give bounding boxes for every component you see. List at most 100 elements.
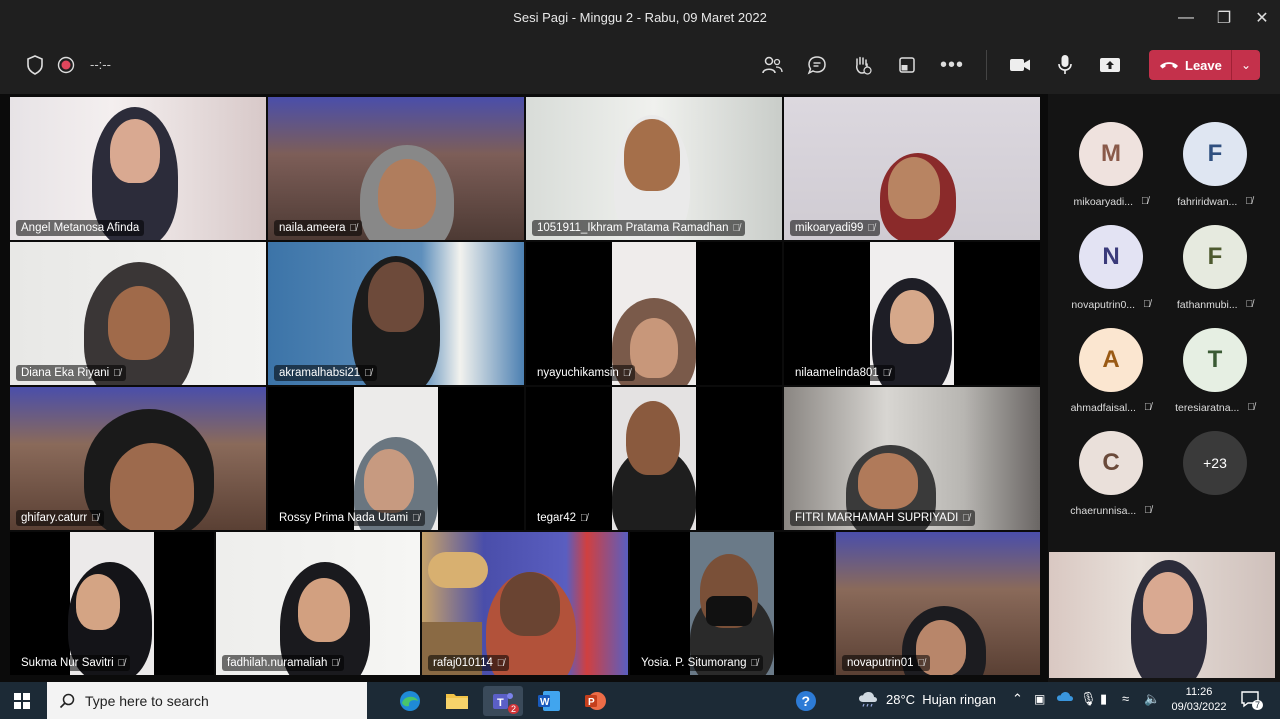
help-icon: ? bbox=[796, 691, 816, 711]
participant-tile[interactable]: N novaputrin0... 🎙̸ bbox=[1061, 225, 1161, 311]
mic-button[interactable] bbox=[1050, 50, 1080, 80]
avatar: F bbox=[1183, 225, 1247, 289]
participant-name: mikoaryadi... bbox=[1073, 196, 1134, 208]
video-tile[interactable]: tegar42 🎙̸ bbox=[526, 387, 782, 530]
reactions-button[interactable] bbox=[847, 50, 877, 80]
search-placeholder: Type here to search bbox=[85, 692, 209, 709]
share-button[interactable] bbox=[1095, 50, 1125, 80]
participant-tile[interactable]: C chaerunnisa... 🎙̸ bbox=[1061, 431, 1161, 517]
video-tile[interactable]: novaputrin01 🎙̸ bbox=[836, 532, 1040, 675]
avatar: C bbox=[1079, 431, 1143, 495]
mic-off-icon: 🎙̸ bbox=[1143, 299, 1151, 310]
more-participants-count: +23 bbox=[1183, 431, 1247, 495]
participant-name: nilaamelinda801 🎙̸ bbox=[790, 365, 896, 381]
weather-widget[interactable]: 28°C Hujan ringan bbox=[858, 691, 996, 707]
video-tile[interactable]: Yosia. P. Situmorang 🎙̸ bbox=[630, 532, 834, 675]
video-tile[interactable]: Diana Eka Riyani 🎙̸ bbox=[10, 242, 266, 385]
participant-name: Yosia. P. Situmorang 🎙̸ bbox=[636, 655, 763, 671]
video-tile[interactable]: Angel Metanosa Afinda bbox=[10, 97, 266, 240]
file-explorer-app[interactable] bbox=[437, 686, 477, 716]
svg-text:T: T bbox=[497, 697, 504, 709]
video-tile[interactable]: nilaamelinda801 🎙̸ bbox=[784, 242, 1040, 385]
clock[interactable]: 11:26 09/03/2022 bbox=[1170, 685, 1228, 715]
leave-options-button[interactable]: ⌄ bbox=[1232, 58, 1260, 72]
video-tile[interactable]: FITRI MARHAMAH SUPRIYADI 🎙̸ bbox=[784, 387, 1040, 530]
video-tile[interactable]: 1051911_Ikhram Pratama Ramadhan 🎙̸ bbox=[526, 97, 782, 240]
maximize-button[interactable]: ❐ bbox=[1204, 0, 1244, 36]
mic-tray-button[interactable]: 🎙 bbox=[1080, 691, 1097, 707]
participant-tile[interactable]: F fathanmubi... 🎙̸ bbox=[1165, 225, 1265, 311]
video-tile[interactable]: Sukma Nur Savitri 🎙̸ bbox=[10, 532, 214, 675]
edge-app[interactable] bbox=[390, 686, 430, 716]
meet-now-icon: ▣ bbox=[1034, 692, 1046, 706]
video-tile[interactable]: mikoaryadi99 🎙̸ bbox=[784, 97, 1040, 240]
taskbar: Type here to search T 2 W P ? 28°C Hujan… bbox=[0, 682, 1280, 719]
meeting-timer: --:-- bbox=[90, 57, 111, 72]
video-tile[interactable]: akramalhabsi21 🎙̸ bbox=[268, 242, 524, 385]
chevron-down-icon: ⌄ bbox=[1240, 58, 1252, 72]
participant-name: FITRI MARHAMAH SUPRIYADI 🎙̸ bbox=[790, 510, 975, 526]
teams-app[interactable]: T 2 bbox=[483, 686, 523, 716]
close-window-button[interactable]: ✕ bbox=[1242, 0, 1280, 36]
chat-button[interactable] bbox=[802, 50, 832, 80]
onedrive-icon bbox=[1057, 692, 1073, 701]
notification-count: 7 bbox=[1252, 700, 1264, 710]
tray-app-icon[interactable]: ▣ bbox=[1034, 691, 1045, 706]
powerpoint-app[interactable]: P bbox=[575, 686, 615, 716]
notifications-button[interactable]: 7 bbox=[1240, 690, 1264, 711]
participant-name: akramalhabsi21 🎙̸ bbox=[274, 365, 377, 381]
avatar: N bbox=[1079, 225, 1143, 289]
video-grid: Angel Metanosa Afinda naila.ameera 🎙̸ 105… bbox=[0, 94, 1044, 682]
more-actions-button[interactable]: ••• bbox=[937, 50, 967, 80]
speaker-icon: 🔈 bbox=[1144, 691, 1161, 706]
word-app[interactable]: W bbox=[529, 686, 569, 716]
video-tile[interactable]: rafaj010114 🎙̸ bbox=[422, 532, 628, 675]
participant-name: Angel Metanosa Afinda bbox=[16, 220, 145, 236]
participant-name: fathanmubi... bbox=[1176, 299, 1238, 311]
help-app[interactable]: ? bbox=[786, 686, 826, 716]
participant-tile[interactable]: T teresiaratna... 🎙̸ bbox=[1165, 328, 1265, 414]
self-view[interactable] bbox=[1049, 552, 1275, 678]
meeting-info-button[interactable] bbox=[20, 50, 50, 80]
mic-off-icon: 🎙̸ bbox=[1247, 402, 1255, 413]
participant-name: Diana Eka Riyani 🎙̸ bbox=[16, 365, 126, 381]
video-tile[interactable]: Rossy Prima Nada Utami 🎙̸ bbox=[268, 387, 524, 530]
battery-button[interactable]: ▮ bbox=[1100, 691, 1107, 707]
mic-off-icon: 🎙̸ bbox=[622, 367, 631, 379]
participant-name: teresiaratna... bbox=[1175, 402, 1240, 414]
mic-off-icon: 🎙̸ bbox=[1245, 299, 1254, 310]
participant-name: tegar42 🎙̸ bbox=[532, 510, 593, 526]
mic-off-icon: 🎙̸ bbox=[91, 512, 99, 524]
participant-name: mikoaryadi99 🎙̸ bbox=[790, 220, 880, 236]
leave-label: Leave bbox=[1185, 57, 1222, 73]
clock-date: 09/03/2022 bbox=[1171, 701, 1227, 713]
participant-tile[interactable]: A ahmadfaisal... 🎙̸ bbox=[1061, 328, 1161, 414]
onedrive-button[interactable] bbox=[1056, 690, 1074, 705]
mic-off-icon: 🎙̸ bbox=[1144, 505, 1152, 516]
camera-button[interactable] bbox=[1005, 50, 1035, 80]
volume-button[interactable]: 🔈 bbox=[1144, 691, 1160, 707]
show-hidden-icons-button[interactable]: ⌃ bbox=[1012, 691, 1023, 707]
more-participants-button[interactable]: +23 bbox=[1165, 431, 1265, 495]
microphone-tray-icon: 🎙 bbox=[1080, 691, 1097, 706]
video-tile[interactable]: naila.ameera 🎙̸ bbox=[268, 97, 524, 240]
microphone-icon bbox=[1058, 55, 1072, 74]
mic-off-icon: 🎙̸ bbox=[962, 512, 970, 524]
participant-tile[interactable]: M mikoaryadi... 🎙̸ bbox=[1061, 122, 1161, 208]
participant-name: naila.ameera 🎙̸ bbox=[274, 220, 362, 236]
video-tile[interactable]: ghifary.caturr 🎙̸ bbox=[10, 387, 266, 530]
video-tile[interactable]: fadhilah.nuramaliah 🎙̸ bbox=[216, 532, 420, 675]
leave-button[interactable]: Leave ⌄ bbox=[1149, 50, 1260, 80]
avatar: F bbox=[1183, 122, 1247, 186]
mic-off-icon: 🎙̸ bbox=[882, 367, 891, 379]
minimize-button[interactable]: — bbox=[1166, 0, 1206, 36]
video-tile[interactable]: nyayuchikamsin 🎙̸ bbox=[526, 242, 782, 385]
avatar: A bbox=[1079, 328, 1143, 392]
people-button[interactable] bbox=[757, 50, 787, 80]
participant-tile[interactable]: F fahriridwan... 🎙̸ bbox=[1165, 122, 1265, 208]
taskbar-search[interactable]: Type here to search bbox=[47, 682, 367, 719]
view-button[interactable] bbox=[892, 50, 922, 80]
start-button[interactable] bbox=[2, 686, 42, 716]
network-button[interactable]: ≈ bbox=[1122, 691, 1129, 706]
participant-name: fahriridwan... bbox=[1177, 196, 1238, 208]
